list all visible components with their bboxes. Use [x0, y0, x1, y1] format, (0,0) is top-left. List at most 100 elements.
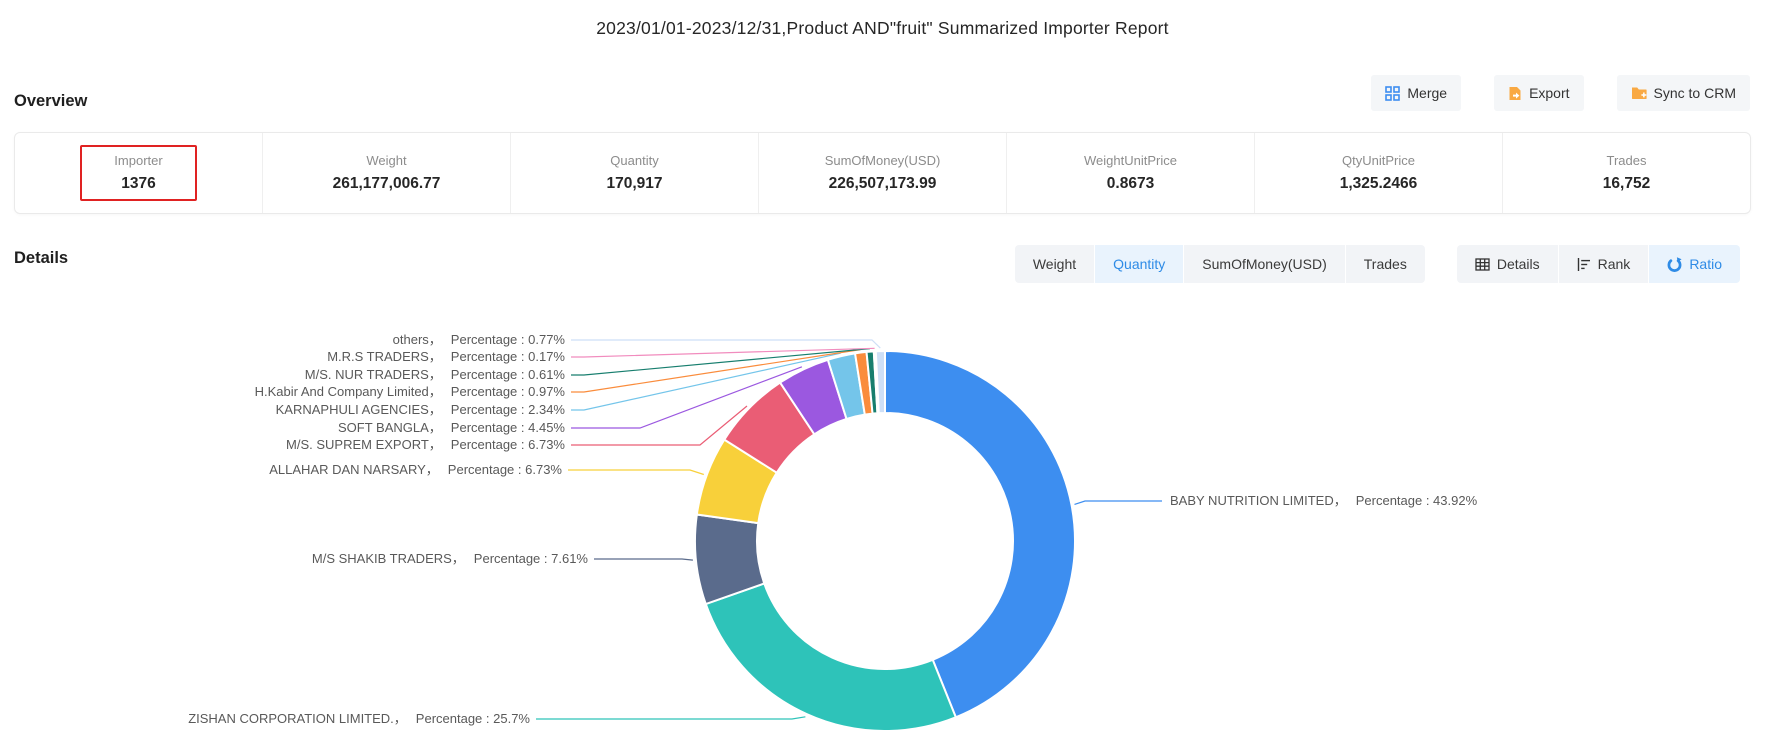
details-heading: Details — [14, 249, 68, 268]
pie-leader-line — [571, 340, 880, 348]
page-title: 2023/01/01-2023/12/31,Product AND"fruit"… — [0, 18, 1765, 39]
pie-label-others: others， Percentage : 0.77% — [393, 331, 565, 349]
stat-column-weightunitprice: WeightUnitPrice 0.8673 — [1007, 133, 1255, 213]
stat-column-qtyunitprice: QtyUnitPrice 1,325.2466 — [1255, 133, 1503, 213]
export-button[interactable]: Export — [1494, 75, 1583, 111]
view-tab-rank-label: Rank — [1598, 256, 1631, 272]
stat-column-importer: Importer 1376 — [15, 133, 263, 213]
pie-label-name: M/S SHAKIB TRADERS， — [312, 551, 465, 566]
pie-label-name: ALLAHAR DAN NARSARY， — [269, 462, 439, 477]
importer-highlight-box: Importer 1376 — [80, 145, 196, 201]
stat-column-sumofmoney-usd: SumOfMoney(USD) 226,507,173.99 — [759, 133, 1007, 213]
stat-box: Quantity170,917 — [586, 145, 682, 201]
pie-label-m-s-nur-traders: M/S. NUR TRADERS， Percentage : 0.61% — [305, 366, 565, 384]
stat-label: QtyUnitPrice — [1342, 153, 1415, 168]
pie-label-percentage: Percentage : 4.45% — [451, 420, 565, 435]
rank-icon — [1577, 258, 1591, 271]
pie-leader-line — [1075, 501, 1163, 504]
pie-label-name: H.Kabir And Company Limited， — [255, 384, 442, 399]
ratio-icon — [1667, 257, 1682, 272]
stat-value: 16,752 — [1603, 175, 1650, 193]
stat-value: 261,177,006.77 — [333, 175, 441, 193]
metric-tab-label: Quantity — [1113, 256, 1165, 272]
metric-tab-label: Trades — [1364, 256, 1407, 272]
view-tab-details[interactable]: Details — [1457, 245, 1558, 283]
stat-label: SumOfMoney(USD) — [825, 153, 941, 168]
importer-ratio-donut-chart — [0, 0, 1765, 741]
view-tab-details-label: Details — [1497, 256, 1540, 272]
export-icon — [1508, 86, 1522, 101]
merge-button[interactable]: Merge — [1371, 75, 1461, 111]
stat-label: WeightUnitPrice — [1084, 153, 1177, 168]
pie-label-karnaphuli-agencies: KARNAPHULI AGENCIES， Percentage : 2.34% — [276, 401, 565, 419]
overview-heading: Overview — [14, 92, 87, 111]
stat-box: WeightUnitPrice 0.8673 — [1064, 145, 1197, 201]
pie-label-name: M/S. SUPREM EXPORT， — [286, 437, 442, 452]
metric-tab-quantity[interactable]: Quantity — [1095, 245, 1183, 283]
pie-leader-line — [594, 559, 693, 560]
stat-label: Quantity — [610, 153, 658, 168]
metric-tab-sumofmoney-usd[interactable]: SumOfMoney(USD) — [1184, 245, 1344, 283]
stat-value: 1376 — [121, 175, 155, 193]
pie-label-percentage: Percentage : 0.61% — [451, 367, 565, 382]
pie-label-baby-nutrition-limited: BABY NUTRITION LIMITED， Percentage : 43.9… — [1170, 492, 1477, 510]
overview-stats-card: Importer 1376 Weight 261,177,006.77 Quantity… — [14, 132, 1751, 214]
pie-label-allahar-dan-narsary: ALLAHAR DAN NARSARY， Percentage : 6.73% — [269, 461, 562, 479]
metric-tab-group: Weight Quantity SumOfMoney(USD) Trades — [1015, 245, 1425, 283]
metric-tab-label: Weight — [1033, 256, 1076, 272]
pie-label-name: M.R.S TRADERS， — [327, 349, 442, 364]
pie-leader-line — [568, 470, 704, 475]
details-table-icon — [1475, 258, 1490, 271]
pie-label-percentage: Percentage : 0.77% — [451, 332, 565, 347]
details-toolbar: Weight Quantity SumOfMoney(USD) Trades Deta… — [1015, 245, 1740, 283]
stat-label: Importer — [114, 153, 162, 168]
pie-label-percentage: Percentage : 25.7% — [416, 711, 530, 726]
sync-folder-icon — [1631, 86, 1647, 100]
stat-box: Weight 261,177,006.77 — [313, 145, 461, 201]
stat-column-trades: Trades 16,752 — [1503, 133, 1750, 213]
stat-box: Trades 16,752 — [1583, 145, 1670, 201]
metric-tab-label: SumOfMoney(USD) — [1202, 256, 1326, 272]
pie-label-percentage: Percentage : 6.73% — [451, 437, 565, 452]
stat-value: 1,325.2466 — [1340, 175, 1418, 193]
view-tab-ratio-label: Ratio — [1689, 256, 1722, 272]
metric-tab-weight[interactable]: Weight — [1015, 245, 1094, 283]
stat-box: QtyUnitPrice 1,325.2466 — [1320, 145, 1438, 201]
pie-leader-line — [571, 348, 875, 357]
pie-label-percentage: Percentage : 6.73% — [448, 462, 562, 477]
pie-label-name: M/S. NUR TRADERS， — [305, 367, 442, 382]
merge-icon — [1385, 86, 1400, 101]
merge-button-label: Merge — [1407, 85, 1447, 101]
pie-label-m-r-s-traders: M.R.S TRADERS， Percentage : 0.17% — [327, 348, 565, 366]
pie-leader-line — [536, 717, 805, 719]
pie-label-percentage: Percentage : 0.17% — [451, 349, 565, 364]
view-tab-group: Details Rank Ratio — [1457, 245, 1740, 283]
pie-label-name: BABY NUTRITION LIMITED， — [1170, 493, 1347, 508]
pie-label-name: SOFT BANGLA， — [338, 420, 442, 435]
stat-label: Trades — [1607, 153, 1647, 168]
stat-value: 226,507,173.99 — [829, 175, 937, 193]
stat-column-weight: Weight 261,177,006.77 — [263, 133, 511, 213]
pie-slice-zishan-corporation-limited[interactable] — [706, 583, 956, 731]
stat-column-quantity: Quantity170,917 — [511, 133, 759, 213]
sync-to-crm-button[interactable]: Sync to CRM — [1617, 75, 1750, 111]
view-tab-ratio[interactable]: Ratio — [1649, 245, 1740, 283]
pie-label-name: others， — [393, 332, 442, 347]
export-button-label: Export — [1529, 85, 1569, 101]
pie-label-percentage: Percentage : 0.97% — [451, 384, 565, 399]
pie-label-name: KARNAPHULI AGENCIES， — [276, 402, 442, 417]
pie-label-soft-bangla: SOFT BANGLA， Percentage : 4.45% — [338, 419, 565, 437]
pie-label-zishan-corporation-limited: ZISHAN CORPORATION LIMITED.，Percentage :… — [188, 710, 530, 728]
pie-slice-baby-nutrition-limited[interactable] — [885, 351, 1075, 717]
view-tab-rank[interactable]: Rank — [1559, 245, 1649, 283]
pie-label-percentage: Percentage : 43.92% — [1356, 493, 1477, 508]
overview-actions: Merge Export Sync to CRM — [1371, 75, 1750, 111]
pie-label-percentage: Percentage : 2.34% — [451, 402, 565, 417]
pie-leader-line — [571, 406, 747, 445]
metric-tab-trades[interactable]: Trades — [1346, 245, 1425, 283]
stat-value: 0.8673 — [1107, 175, 1154, 193]
pie-label-percentage: Percentage : 7.61% — [474, 551, 588, 566]
stat-label: Weight — [366, 153, 406, 168]
stat-box: SumOfMoney(USD) 226,507,173.99 — [805, 145, 961, 201]
sync-to-crm-button-label: Sync to CRM — [1654, 85, 1736, 101]
